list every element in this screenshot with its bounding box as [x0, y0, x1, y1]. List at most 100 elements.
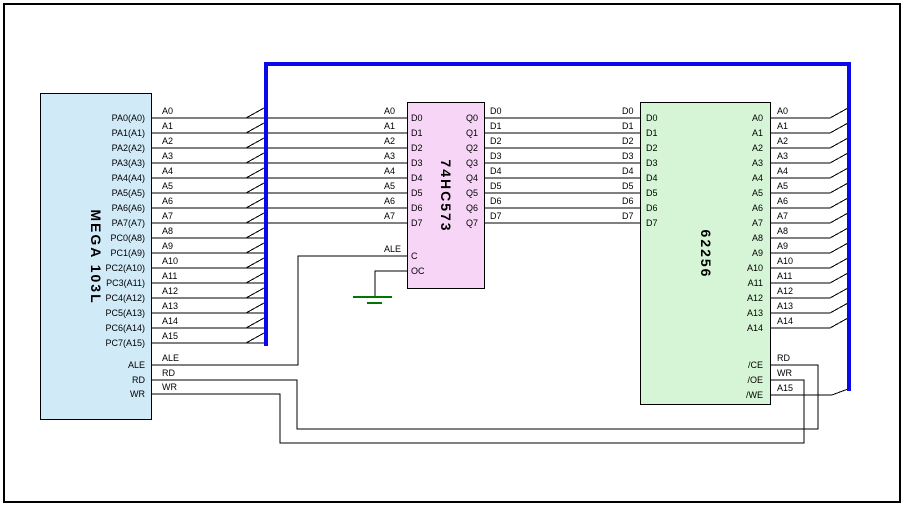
net-label: A7: [162, 208, 178, 223]
net-label: A11: [777, 268, 793, 283]
sram-pin-label: A7: [646, 216, 766, 231]
mega-pin-label: ALE: [42, 358, 148, 373]
net-label: A7: [384, 208, 395, 223]
net-label: WR: [162, 379, 177, 394]
mega-pin-label: PC1(A9): [42, 246, 148, 261]
net-label: A0: [384, 103, 395, 118]
net-label: A1: [384, 118, 395, 133]
mega-pin-label: PC3(A11): [42, 276, 148, 291]
net-label: A2: [777, 133, 793, 148]
sram-pin-label: A9: [646, 246, 766, 261]
sram-pin-label: A14: [646, 321, 766, 336]
mega-pin-label: PA7(A7): [42, 216, 148, 231]
latch-pin-label: Q3: [411, 156, 481, 171]
net-label: D5: [622, 178, 634, 193]
net-label: A10: [777, 253, 793, 268]
net-label: RD: [162, 365, 175, 380]
sram-pin-label: A13: [646, 306, 766, 321]
net-label: A15: [777, 380, 793, 395]
net-label: D4: [622, 163, 634, 178]
mega-pin-label: PC4(A12): [42, 291, 148, 306]
sram-pin-label: A1: [646, 126, 766, 141]
net-label: A12: [162, 283, 178, 298]
net-label: A13: [777, 298, 793, 313]
net-label: A4: [384, 163, 395, 178]
net-label: A4: [162, 163, 178, 178]
sram-pin-label: A8: [646, 231, 766, 246]
net-label: A5: [162, 178, 178, 193]
net-label: A1: [162, 118, 178, 133]
net-label: A5: [777, 178, 793, 193]
sram-pin-label: A5: [646, 186, 766, 201]
net-label: A2: [384, 133, 395, 148]
mega-pin-label: PA2(A2): [42, 141, 148, 156]
net-label: ALE: [162, 350, 179, 365]
latch-pin-label: Q2: [411, 141, 481, 156]
sram-pin-label: A2: [646, 141, 766, 156]
sram-data-net-labels: D0D1D2D3D4D5D6D7: [622, 103, 634, 223]
net-label: D1: [490, 118, 502, 133]
mega-pin-label: PA0(A0): [42, 111, 148, 126]
net-label: A6: [384, 193, 395, 208]
mega-pin-label: PC5(A13): [42, 306, 148, 321]
net-label: D7: [490, 208, 502, 223]
latch-pin-label: Q4: [411, 171, 481, 186]
latch-pin-label: Q7: [411, 216, 481, 231]
net-label: D0: [490, 103, 502, 118]
net-label: RD: [777, 350, 790, 365]
latch-pin-label: C: [411, 249, 418, 264]
sram-pin-label: A12: [646, 291, 766, 306]
mega-pin-label: PC7(A15): [42, 336, 148, 351]
net-label: A6: [777, 193, 793, 208]
latch-data-net-labels: D0D1D2D3D4D5D6D7: [490, 103, 502, 223]
net-label: A8: [777, 223, 793, 238]
net-label: D7: [622, 208, 634, 223]
mega-pin-label: PC2(A10): [42, 261, 148, 276]
net-label: A10: [162, 253, 178, 268]
net-label: A13: [162, 298, 178, 313]
net-label: A2: [162, 133, 178, 148]
sram-pin-label: A11: [646, 276, 766, 291]
net-label: D2: [490, 133, 502, 148]
mega-pin-label: PC6(A14): [42, 321, 148, 336]
mega-pin-label: RD: [42, 373, 148, 388]
net-label: A7: [777, 208, 793, 223]
mega-pin-label: PA4(A4): [42, 171, 148, 186]
mega-pin-label: WR: [42, 387, 148, 402]
net-label: D3: [490, 148, 502, 163]
net-label: A5: [384, 178, 395, 193]
net-label: D1: [622, 118, 634, 133]
sram-addr-pin-labels: A0A1A2A3A4A5A6A7A8A9A10A11A12A13A14: [646, 111, 766, 336]
net-label: A6: [162, 193, 178, 208]
sram-pin-label: A0: [646, 111, 766, 126]
net-label: A11: [162, 268, 178, 283]
mega-pin-label: PA3(A3): [42, 156, 148, 171]
schematic-canvas: { "colors": { "mega_fill": "#d1eaf8", "l…: [0, 0, 905, 507]
mega-port-pin-labels: PA0(A0)PA1(A1)PA2(A2)PA3(A3)PA4(A4)PA5(A…: [42, 111, 148, 351]
net-label: D6: [490, 193, 502, 208]
net-label: D4: [490, 163, 502, 178]
net-label: A8: [162, 223, 178, 238]
mega-pin-label: PA5(A5): [42, 186, 148, 201]
net-label: A14: [162, 313, 178, 328]
sram-pin-label: /CE: [646, 358, 766, 373]
mega-pin-label: PA1(A1): [42, 126, 148, 141]
net-label: D5: [490, 178, 502, 193]
net-label: D3: [622, 148, 634, 163]
mega-addr-net-labels: A0A1A2A3A4A5A6A7A8A9A10A11A12A13A14A15: [162, 103, 178, 343]
latch-output-pin-labels: Q0Q1Q2Q3Q4Q5Q6Q7: [411, 111, 481, 231]
net-label: D2: [622, 133, 634, 148]
latch-input-net-labels: A0A1A2A3A4A5A6A7: [384, 103, 395, 223]
sram-pin-label: /OE: [646, 373, 766, 388]
latch-pin-label: Q1: [411, 126, 481, 141]
sram-pin-label: A4: [646, 171, 766, 186]
net-label: A12: [777, 283, 793, 298]
net-label: D0: [622, 103, 634, 118]
net-label: A0: [162, 103, 178, 118]
net-label: A1: [777, 118, 793, 133]
net-label: A15: [162, 328, 178, 343]
mega-pin-label: PA6(A6): [42, 201, 148, 216]
sram-pin-label: A3: [646, 156, 766, 171]
net-label: A9: [162, 238, 178, 253]
mega-pin-label: PC0(A8): [42, 231, 148, 246]
